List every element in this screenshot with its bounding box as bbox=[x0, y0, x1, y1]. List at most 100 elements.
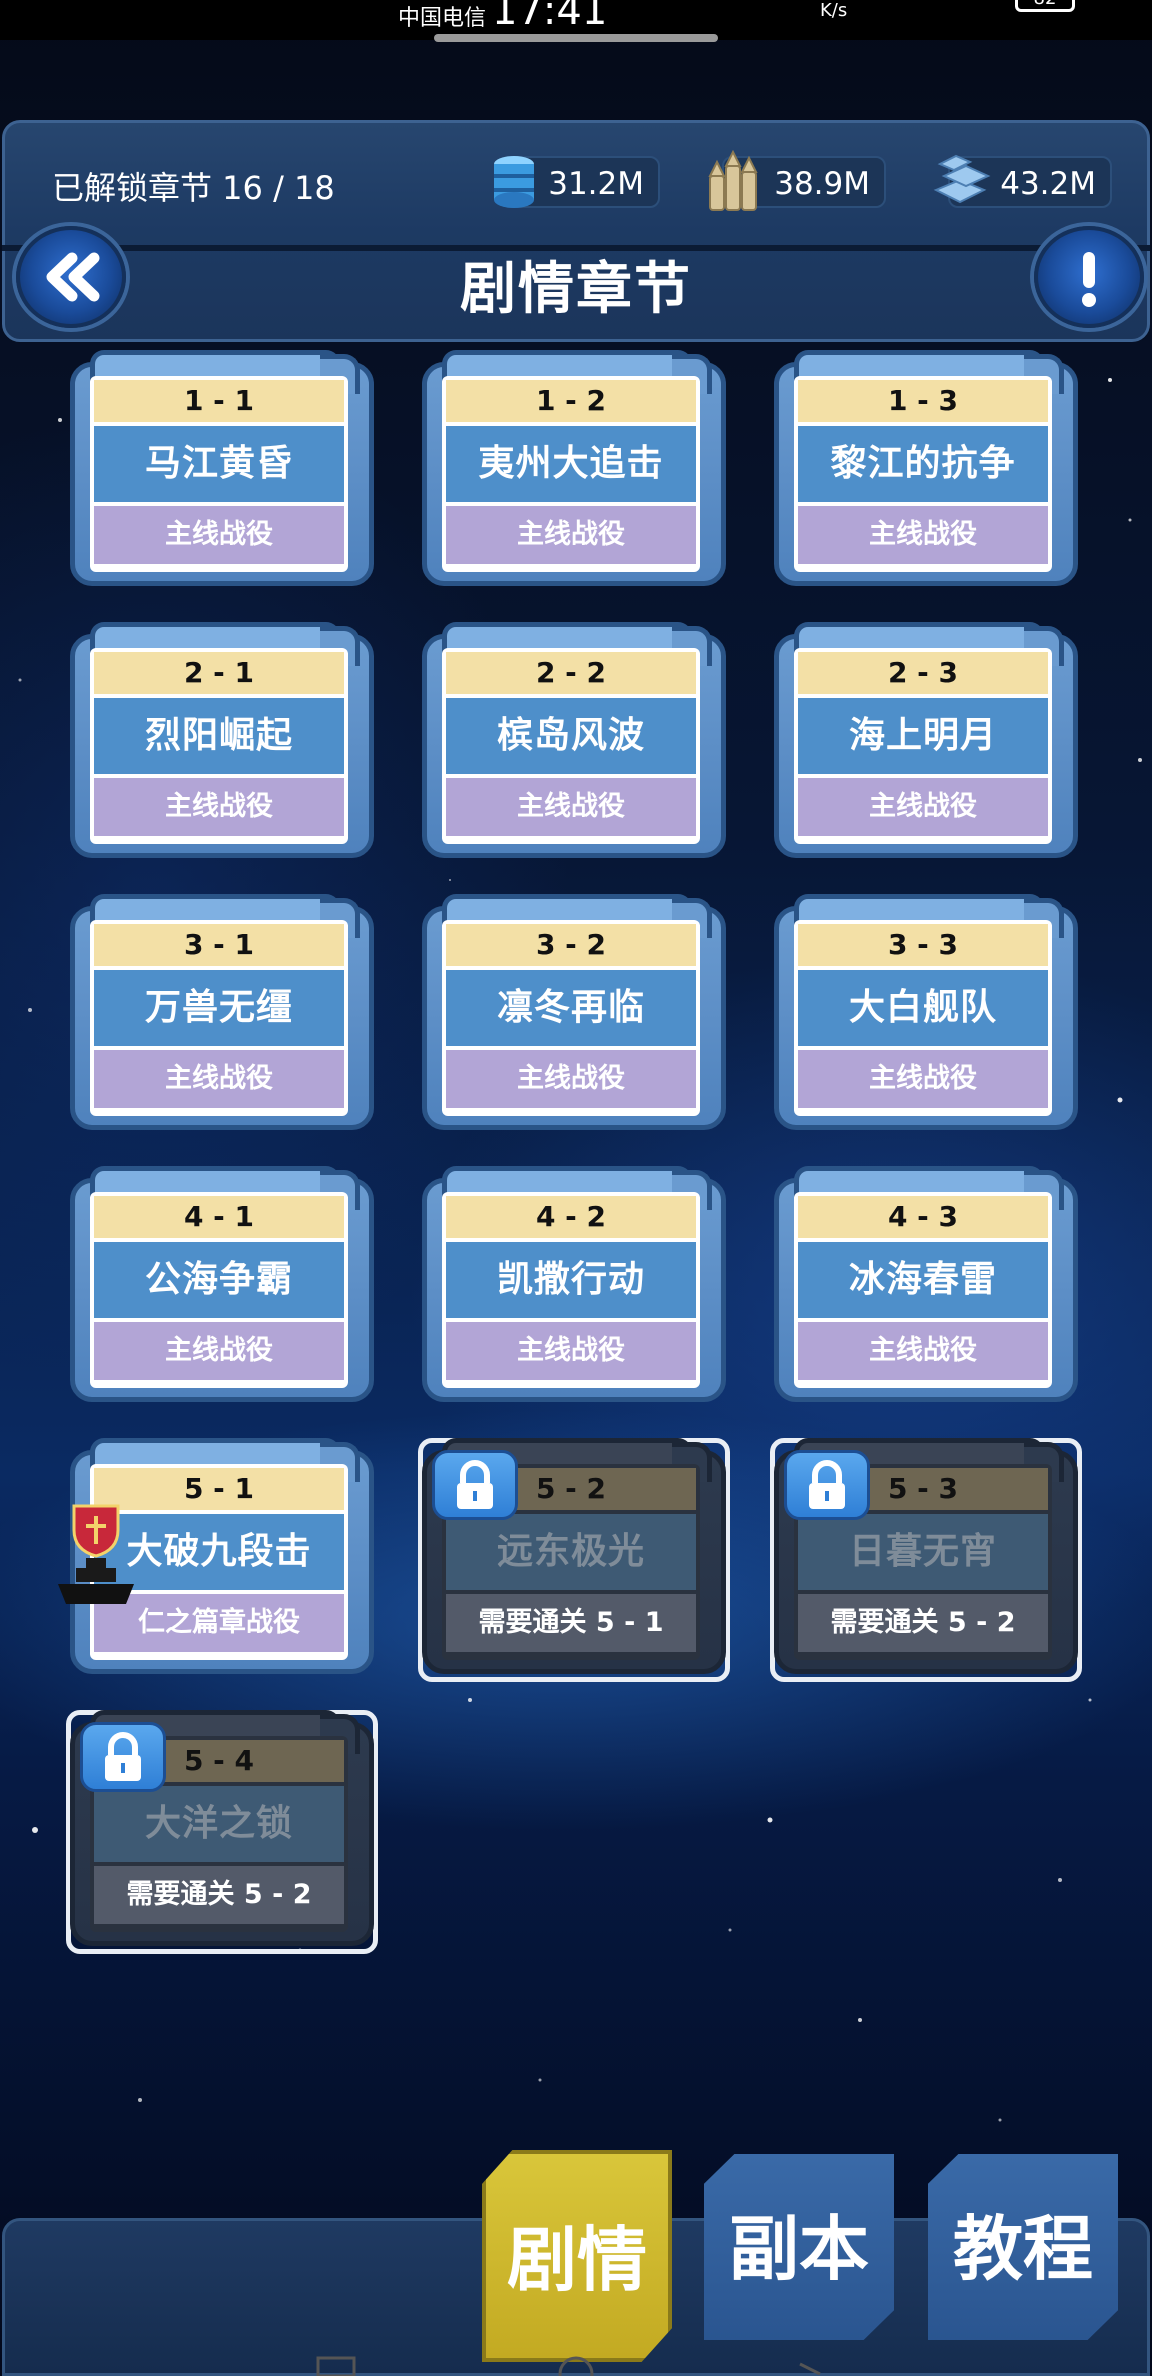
chapter-number: 4 - 2 bbox=[446, 1196, 696, 1238]
chapter-title: 凯撒行动 bbox=[446, 1242, 696, 1318]
page-title: 剧情章节 bbox=[460, 257, 692, 322]
chapter-type: 主线战役 bbox=[94, 778, 344, 836]
chapter-type: 主线战役 bbox=[94, 1050, 344, 1108]
card-inner: 2 - 3 海上明月 主线战役 bbox=[794, 648, 1052, 844]
chapter-title: 远东极光 bbox=[446, 1514, 696, 1590]
clock: 17:41 bbox=[492, 0, 608, 34]
chapter-title: 冰海春雷 bbox=[798, 1242, 1048, 1318]
chapter-title: 马江黄昏 bbox=[94, 426, 344, 502]
chapter-card[interactable]: 3 - 2 凛冬再临 主线战役 bbox=[422, 894, 732, 1132]
chapter-title: 日暮无宵 bbox=[798, 1514, 1048, 1590]
lock-icon bbox=[432, 1450, 518, 1520]
chapter-number: 3 - 2 bbox=[446, 924, 696, 966]
chapter-card[interactable]: 2 - 3 海上明月 主线战役 bbox=[774, 622, 1084, 860]
carrier-label: 中国电信 bbox=[398, 6, 487, 31]
chapter-title: 烈阳崛起 bbox=[94, 698, 344, 774]
chapter-card[interactable]: 1 - 3 黎江的抗争 主线战役 bbox=[774, 350, 1084, 588]
card-inner: 3 - 2 凛冬再临 主线战役 bbox=[442, 920, 700, 1116]
chapter-card[interactable]: 3 - 1 万兽无缰 主线战役 bbox=[70, 894, 380, 1132]
chapter-number: 2 - 3 bbox=[798, 652, 1048, 694]
chapter-card[interactable]: 1 - 1 马江黄昏 主线战役 bbox=[70, 350, 380, 588]
gesture-pill bbox=[434, 34, 718, 42]
chapter-card[interactable]: 3 - 3 大白舰队 主线战役 bbox=[774, 894, 1084, 1132]
info-button[interactable] bbox=[1034, 226, 1144, 328]
chapter-card[interactable]: 2 - 2 槟岛风波 主线战役 bbox=[422, 622, 732, 860]
chapter-title: 槟岛风波 bbox=[446, 698, 696, 774]
chapter-type: 主线战役 bbox=[446, 1050, 696, 1108]
chapter-type: 需要通关 5 - 2 bbox=[94, 1866, 344, 1924]
card-inner: 2 - 2 槟岛风波 主线战役 bbox=[442, 648, 700, 844]
net-speed-unit: K/s bbox=[820, 0, 848, 21]
tab-story[interactable]: 剧情 bbox=[482, 2150, 672, 2362]
card-inner: 1 - 1 马江黄昏 主线战役 bbox=[90, 376, 348, 572]
recent-apps-icon bbox=[316, 2356, 356, 2376]
chapter-card[interactable]: 2 - 1 烈阳崛起 主线战役 bbox=[70, 622, 380, 860]
chapter-number: 1 - 2 bbox=[446, 380, 696, 422]
chapter-title: 夷州大追击 bbox=[446, 426, 696, 502]
home-icon bbox=[558, 2356, 594, 2376]
chapter-type: 主线战役 bbox=[94, 506, 344, 564]
chapter-number: 4 - 3 bbox=[798, 1196, 1048, 1238]
lock-icon bbox=[784, 1450, 870, 1520]
warship-trophy-icon bbox=[58, 1504, 134, 1604]
card-inner: 1 - 3 黎江的抗争 主线战役 bbox=[794, 376, 1052, 572]
chapter-card[interactable]: 4 - 2 凯撒行动 主线战役 bbox=[422, 1166, 732, 1404]
card-inner: 2 - 1 烈阳崛起 主线战役 bbox=[90, 648, 348, 844]
chapter-number: 1 - 1 bbox=[94, 380, 344, 422]
card-inner: 1 - 2 夷州大追击 主线战役 bbox=[442, 376, 700, 572]
oil-value: 31.2M bbox=[548, 166, 644, 202]
card-inner: 4 - 3 冰海春雷 主线战役 bbox=[794, 1192, 1052, 1388]
double-chevron-left-icon bbox=[46, 252, 100, 302]
card-inner: 3 - 3 大白舰队 主线战役 bbox=[794, 920, 1052, 1116]
chapter-type: 主线战役 bbox=[446, 1322, 696, 1380]
tab-tutorial[interactable]: 教程 bbox=[928, 2154, 1118, 2340]
chapter-card[interactable]: 5 - 2 远东极光 需要通关 5 - 1 bbox=[418, 1438, 732, 1682]
battery-icon: 82 bbox=[1015, 0, 1075, 12]
chapter-type: 主线战役 bbox=[798, 1050, 1048, 1108]
chapter-type: 需要通关 5 - 2 bbox=[798, 1594, 1048, 1652]
resource-oil: 31.2M bbox=[494, 156, 660, 208]
oil-barrel-icon bbox=[494, 156, 534, 208]
back-icon bbox=[799, 2362, 821, 2376]
chapter-title: 凛冬再临 bbox=[446, 970, 696, 1046]
chapter-type: 需要通关 5 - 1 bbox=[446, 1594, 696, 1652]
chapter-type: 主线战役 bbox=[94, 1322, 344, 1380]
resource-steel: 43.2M bbox=[933, 154, 1112, 208]
chapter-number: 4 - 1 bbox=[94, 1196, 344, 1238]
chapter-card[interactable]: 5 - 1 大破九段击 仁之篇章战役 bbox=[58, 1438, 380, 1676]
chapter-number: 2 - 2 bbox=[446, 652, 696, 694]
resource-ammo: 38.9M bbox=[708, 150, 886, 211]
chapter-card[interactable]: 5 - 4 大洋之锁 需要通关 5 - 2 bbox=[66, 1710, 380, 1954]
chapter-type: 主线战役 bbox=[798, 506, 1048, 564]
chapter-title: 大白舰队 bbox=[798, 970, 1048, 1046]
chapter-type: 主线战役 bbox=[798, 778, 1048, 836]
steel-icon bbox=[933, 154, 991, 204]
chapter-title: 大洋之锁 bbox=[94, 1786, 344, 1862]
chapter-title: 海上明月 bbox=[798, 698, 1048, 774]
chapter-number: 2 - 1 bbox=[94, 652, 344, 694]
chapter-card[interactable]: 1 - 2 夷州大追击 主线战役 bbox=[422, 350, 732, 588]
back-button[interactable] bbox=[16, 226, 126, 328]
exclamation-icon bbox=[1082, 252, 1096, 307]
chapter-number: 3 - 3 bbox=[798, 924, 1048, 966]
chapter-type: 主线战役 bbox=[798, 1322, 1048, 1380]
chapter-title: 万兽无缰 bbox=[94, 970, 344, 1046]
tab-dungeon[interactable]: 副本 bbox=[704, 2154, 894, 2340]
chapter-title: 公海争霸 bbox=[94, 1242, 344, 1318]
unlocked-chapters-counter: 已解锁章节 16 / 18 bbox=[52, 169, 335, 207]
card-inner: 4 - 2 凯撒行动 主线战役 bbox=[442, 1192, 700, 1388]
chapter-card[interactable]: 4 - 3 冰海春雷 主线战役 bbox=[774, 1166, 1084, 1404]
card-inner: 3 - 1 万兽无缰 主线战役 bbox=[90, 920, 348, 1116]
card-inner: 4 - 1 公海争霸 主线战役 bbox=[90, 1192, 348, 1388]
chapter-type: 主线战役 bbox=[446, 778, 696, 836]
chapter-title: 黎江的抗争 bbox=[798, 426, 1048, 502]
chapter-card[interactable]: 5 - 3 日暮无宵 需要通关 5 - 2 bbox=[770, 1438, 1084, 1682]
ammo-shells-icon bbox=[708, 150, 758, 211]
lock-icon bbox=[80, 1722, 166, 1792]
ammo-value: 38.9M bbox=[774, 166, 870, 202]
chapter-number: 1 - 3 bbox=[798, 380, 1048, 422]
system-nav-bar bbox=[316, 2356, 821, 2376]
chapter-card[interactable]: 4 - 1 公海争霸 主线战役 bbox=[70, 1166, 380, 1404]
chapter-number: 3 - 1 bbox=[94, 924, 344, 966]
chapter-type: 主线战役 bbox=[446, 506, 696, 564]
